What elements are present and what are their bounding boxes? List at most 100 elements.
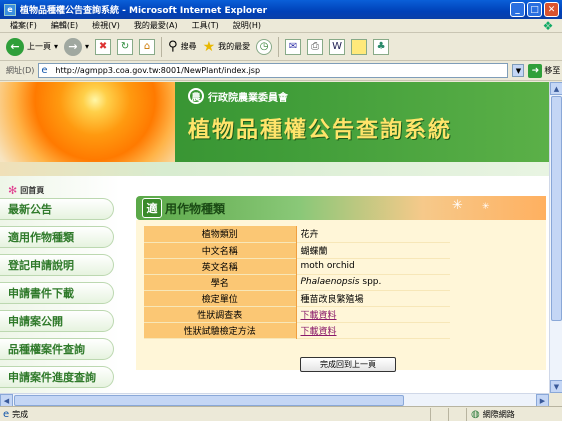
status-main: e 完成 (0, 409, 430, 420)
ie-app-icon: e (4, 3, 16, 16)
vertical-scrollbar[interactable]: ▲ ▼ (549, 82, 562, 393)
search-label: 搜尋 (180, 42, 197, 51)
page-icon: e (41, 65, 48, 76)
menu-tools[interactable]: 工具(T) (192, 20, 219, 31)
horizontal-scrollbar[interactable]: ◀ ▶ (0, 393, 549, 407)
row-value: Phalaenopsis spp. (296, 274, 450, 290)
menu-bar: 檔案(F) 編輯(E) 檢視(V) 我的最愛(A) 工具(T) 說明(H) (0, 19, 562, 33)
home-link[interactable]: ✻ 回首頁 (8, 184, 44, 197)
discuss-icon[interactable] (351, 38, 368, 55)
row-key: 植物類別 (144, 226, 297, 242)
toolbar-separator (278, 36, 280, 57)
sparkle-icon: ✳ (482, 202, 490, 212)
back-to-previous-button[interactable]: 完成回到上一頁 (300, 357, 396, 372)
table-row: 檢定單位 種苗改良繁殖場 (144, 290, 450, 306)
back-button[interactable]: ← 上一頁 ▾ (6, 37, 58, 56)
home-label: 回首頁 (20, 186, 45, 195)
sparkle-icon: ✳ (452, 198, 463, 213)
search-icon: ⚲ (168, 39, 178, 54)
table-row: 性狀調查表 下載資料 (144, 306, 450, 322)
print-icon[interactable]: ⎙ (307, 38, 324, 55)
scroll-down-icon[interactable]: ▼ (550, 380, 562, 393)
status-cell (430, 407, 448, 421)
download-test-method-link[interactable]: 下載資料 (301, 327, 337, 337)
menu-help[interactable]: 說明(H) (233, 20, 261, 31)
section-title: 用作物種類 (165, 201, 226, 216)
flower-banner-image (0, 82, 175, 162)
sidebar-item-latest-news[interactable]: 最新公告 (0, 198, 114, 220)
vertical-scroll-thumb[interactable] (551, 96, 562, 321)
toolbar: ← 上一頁 ▾ → ▾ ✖ ↻ ⌂ ⚲ 搜尋 ★ 我的最愛 ◷ ✉ ⎙ W ♣ (0, 33, 562, 61)
address-dropdown-icon[interactable]: ▼ (512, 64, 525, 77)
edit-icon[interactable]: W (329, 38, 346, 55)
address-label: 網址(D) (6, 66, 35, 75)
row-value: 下載資料 (296, 306, 450, 322)
history-icon[interactable]: ◷ (256, 38, 273, 55)
table-row: 學名 Phalaenopsis spp. (144, 274, 450, 290)
sidebar-item-progress-query[interactable]: 申請案件進度查詢 (0, 366, 114, 388)
table-row: 性狀試驗檢定方法 下載資料 (144, 322, 450, 338)
sidebar-item-right-query[interactable]: 品種權案件查詢 (0, 338, 114, 360)
zone-label: 網際網路 (482, 409, 515, 419)
menu-file[interactable]: 檔案(F) (10, 20, 37, 31)
back-arrow-icon: ← (6, 37, 24, 56)
address-input[interactable]: e http://agmpp3.coa.gov.tw:8001/NewPlant… (38, 63, 509, 78)
row-key: 檢定單位 (144, 290, 297, 306)
search-button[interactable]: ⚲ 搜尋 (168, 39, 197, 54)
favorites-button[interactable]: ★ 我的最愛 (203, 39, 251, 55)
row-key: 英文名稱 (144, 258, 297, 274)
forward-arrow-icon: → (64, 37, 83, 56)
table-row: 植物類別 花卉 (144, 226, 450, 242)
section-header: 適 用作物種類 ✳ ✳ (136, 196, 546, 220)
org-name: 行政院農業委員會 (208, 92, 288, 104)
site-title: 植物品種權公告查詢系統 (188, 117, 453, 143)
windows-logo-icon: ❖ (542, 19, 554, 33)
row-key: 性狀調查表 (144, 306, 297, 322)
go-button[interactable]: ➜ 移至 (528, 63, 561, 78)
page-done-icon: e (3, 408, 10, 420)
favorites-star-icon: ★ (202, 38, 216, 55)
horizontal-scroll-thumb[interactable] (14, 395, 404, 406)
sidebar-item-forms-download[interactable]: 申請書件下載 (0, 282, 114, 304)
internet-globe-icon: ◍ (471, 408, 480, 420)
table-row: 中文名稱 蝴蝶蘭 (144, 242, 450, 258)
home-icon[interactable]: ⌂ (139, 38, 156, 55)
minimize-button[interactable]: _ (510, 2, 525, 17)
status-text: 完成 (12, 409, 29, 419)
detail-panel: 植物類別 花卉 中文名稱 蝴蝶蘭 英文名稱 moth orchid 學名 Pha… (136, 220, 546, 370)
mail-icon[interactable]: ✉ (285, 38, 302, 55)
sidebar: ✻ 回首頁 最新公告 適用作物種類 登記申請說明 申請書件下載 申請案公開 品種… (0, 176, 120, 393)
sidebar-item-registration-guide[interactable]: 登記申請說明 (0, 254, 114, 276)
sidebar-item-public-applications[interactable]: 申請案公開 (0, 310, 114, 332)
menu-view[interactable]: 檢視(V) (92, 20, 120, 31)
back-dropdown-icon[interactable]: ▾ (54, 42, 58, 51)
row-value: 蝴蝶蘭 (300, 246, 328, 257)
favorites-label: 我的最愛 (218, 42, 251, 51)
row-value: 花卉 (300, 230, 319, 241)
scrollbar-corner (549, 393, 562, 406)
messenger-icon[interactable]: ♣ (373, 38, 390, 55)
security-zone: ◍ 網際網路 (466, 407, 515, 421)
stop-icon[interactable]: ✖ (95, 38, 112, 55)
window-title: 植物品種權公告查詢系統 - Microsoft Internet Explore… (20, 6, 268, 16)
site-header: 農 行政院農業委員會 植物品種權公告查詢系統 (0, 82, 549, 162)
scroll-up-icon[interactable]: ▲ (550, 82, 562, 95)
scientific-genus: Phalaenopsis (300, 277, 360, 287)
home-flower-icon: ✻ (8, 184, 18, 197)
menu-favorites[interactable]: 我的最愛(A) (134, 20, 178, 31)
address-bar: 網址(D) e http://agmpp3.coa.gov.tw:8001/Ne… (0, 61, 562, 81)
forward-dropdown-icon[interactable]: ▾ (85, 42, 89, 51)
menu-edit[interactable]: 編輯(E) (51, 20, 78, 31)
detail-table: 植物類別 花卉 中文名稱 蝴蝶蘭 英文名稱 moth orchid 學名 Pha… (144, 226, 450, 339)
maximize-button[interactable]: □ (527, 2, 542, 17)
close-button[interactable]: ✕ (544, 2, 559, 17)
row-value: 種苗改良繁殖場 (300, 294, 364, 305)
go-label: 移至 (544, 66, 561, 75)
main-content: 適 用作物種類 ✳ ✳ 植物類別 花卉 中文名稱 蝴蝶蘭 英文名稱 moth o… (124, 176, 549, 393)
sidebar-item-crop-types[interactable]: 適用作物種類 (0, 226, 114, 248)
forward-button[interactable]: → ▾ (64, 37, 89, 56)
header-band (0, 162, 549, 176)
address-url: http://agmpp3.coa.gov.tw:8001/NewPlant/i… (55, 66, 261, 75)
download-survey-link[interactable]: 下載資料 (301, 311, 337, 321)
refresh-icon[interactable]: ↻ (117, 38, 134, 55)
